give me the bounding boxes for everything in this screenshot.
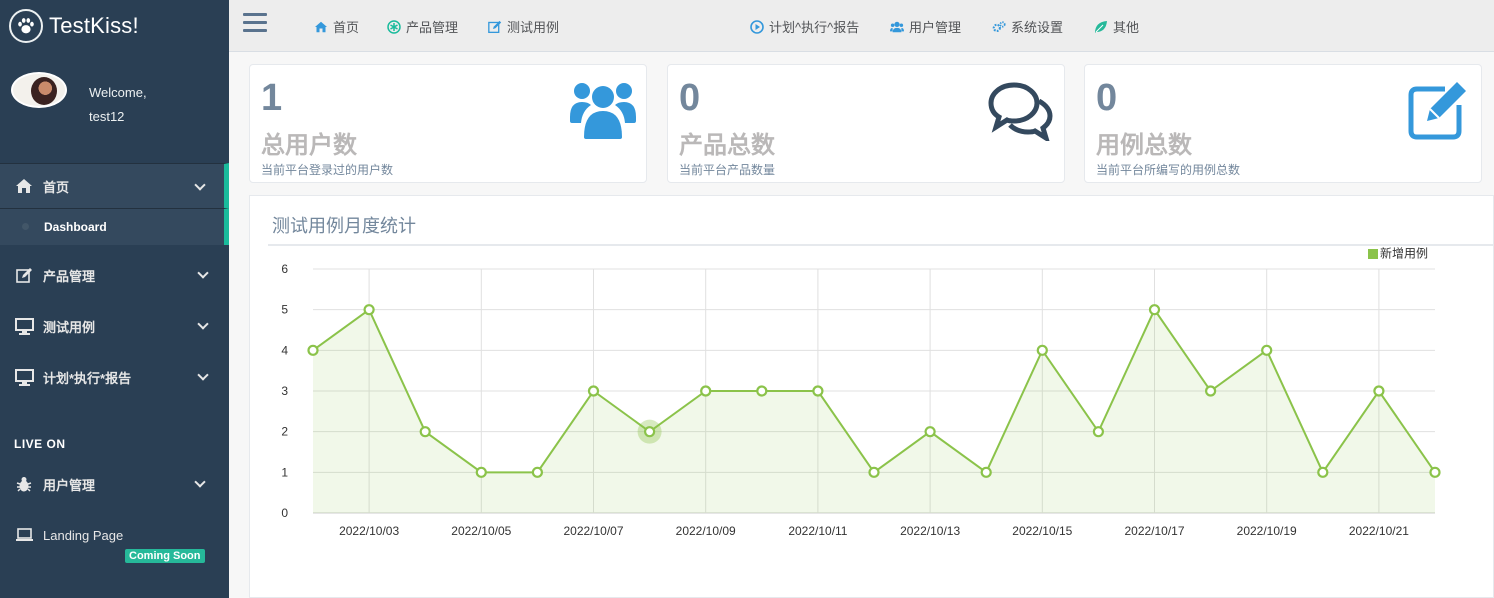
- x-tick-label: 2022/10/11: [788, 524, 847, 538]
- data-point: [1148, 304, 1161, 316]
- data-point: [531, 466, 544, 478]
- data-point: [1317, 466, 1329, 478]
- x-tick-label: 2022/10/13: [900, 524, 960, 538]
- data-point: [1204, 385, 1217, 397]
- data-point: [980, 466, 992, 478]
- y-tick-label: 1: [281, 465, 288, 479]
- testcase-monthly-chart: 0 1 2 3 4 5 6 2022/10/03 2022/10/05 2022/10/07 202…: [281, 246, 1441, 538]
- data-point: [475, 466, 487, 478]
- x-tick-label: 2022/10/15: [1012, 524, 1072, 538]
- data-point: [812, 385, 824, 397]
- data-point: [307, 344, 319, 356]
- data-point: [1261, 344, 1273, 356]
- data-point: [1373, 385, 1385, 397]
- x-tick-label: 2022/10/19: [1237, 524, 1297, 538]
- x-tick-label: 2022/10/03: [339, 524, 399, 538]
- data-point: [363, 304, 375, 316]
- x-tick-label: 2022/10/05: [451, 524, 511, 538]
- y-tick-label: 2: [281, 425, 288, 439]
- data-point: [1092, 426, 1105, 438]
- y-tick-label: 4: [281, 343, 288, 357]
- x-tick-label: 2022/10/07: [563, 524, 623, 538]
- data-point: [419, 426, 431, 438]
- y-tick-label: 5: [281, 303, 288, 317]
- legend-label: 新增用例: [1380, 246, 1428, 261]
- data-point: [700, 385, 712, 397]
- x-tick-label: 2022/10/17: [1124, 524, 1184, 538]
- data-point: [1036, 344, 1048, 356]
- y-tick-label: 6: [281, 262, 288, 276]
- x-tick-label: 2022/10/09: [676, 524, 736, 538]
- data-point: [587, 385, 600, 397]
- data-point: [756, 385, 768, 397]
- data-point: [924, 426, 936, 438]
- legend-swatch: [1368, 249, 1378, 259]
- data-point: [1429, 466, 1441, 478]
- y-tick-label: 3: [281, 384, 288, 398]
- y-tick-label: 0: [281, 506, 288, 520]
- data-point: [868, 466, 880, 478]
- x-tick-label: 2022/10/21: [1349, 524, 1409, 538]
- data-point: [643, 426, 656, 438]
